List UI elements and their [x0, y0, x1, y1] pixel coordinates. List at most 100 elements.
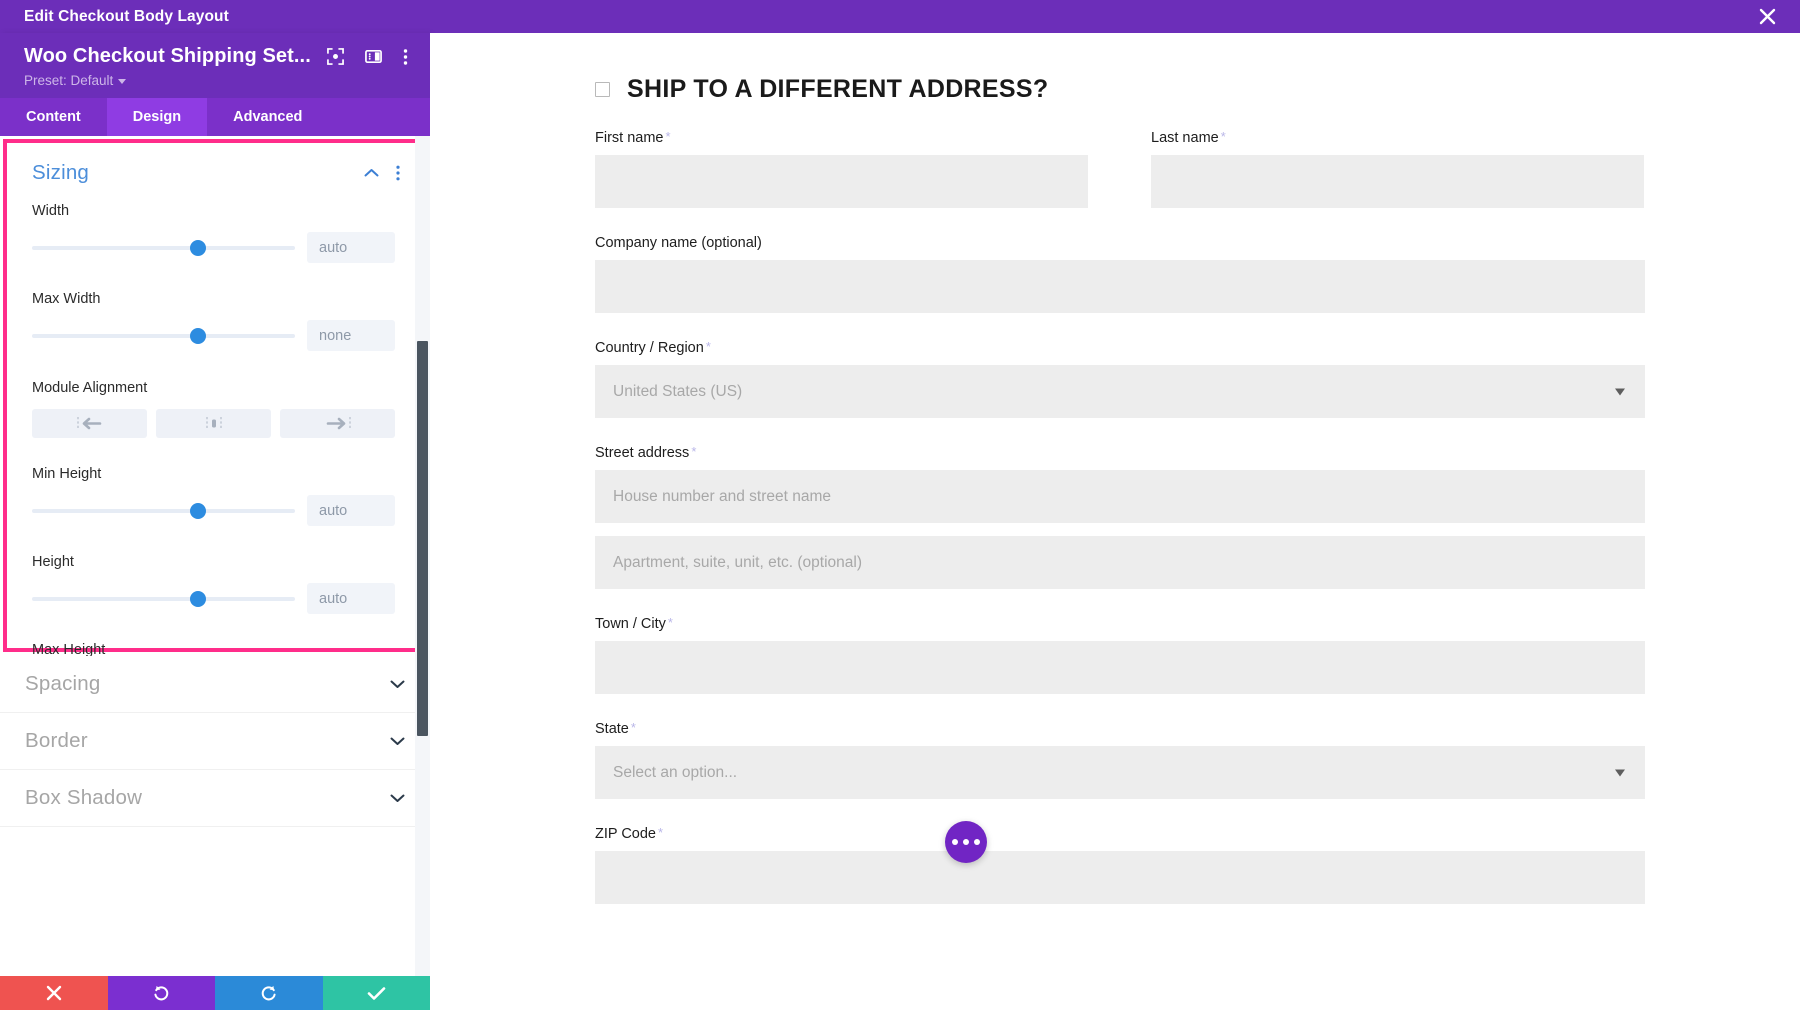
street-address-label: Street address * [595, 444, 697, 461]
panel-scroll-body: Sizing Width auto Max Width none Module … [0, 136, 430, 976]
city-row: Town / City * [595, 616, 1645, 694]
tab-advanced[interactable]: Advanced [207, 98, 328, 136]
min-height-slider-track [32, 508, 295, 513]
dot [974, 839, 980, 845]
min-height-value-input[interactable]: auto [307, 495, 395, 526]
min-height-slider-thumb[interactable] [189, 502, 206, 519]
align-right-icon[interactable] [280, 409, 395, 438]
page-preview: SHIP TO A DIFFERENT ADDRESS? First name *… [430, 33, 1800, 1010]
first-name-input[interactable] [595, 155, 1088, 208]
field-min-height: Min Height auto [7, 466, 420, 526]
last-name-input[interactable] [1151, 155, 1644, 208]
min-height-slider[interactable] [32, 502, 295, 519]
zip-group: ZIP Code * [595, 826, 1645, 904]
street-address-line2-input[interactable]: Apartment, suite, unit, etc. (optional) [595, 536, 1645, 589]
company-group: Company name (optional) [595, 235, 1645, 313]
save-button[interactable] [322, 976, 430, 1010]
zip-input[interactable] [595, 851, 1645, 904]
first-name-group: First name * [595, 130, 1088, 208]
focus-target-icon[interactable] [326, 48, 344, 65]
max-width-value-input[interactable]: none [307, 320, 395, 351]
align-left-icon[interactable] [32, 409, 147, 438]
preset-label: Preset: Default [24, 73, 114, 88]
height-slider[interactable] [32, 590, 295, 607]
width-slider[interactable] [32, 239, 295, 256]
panel-options-vertical-dots-icon[interactable] [403, 48, 408, 66]
sizing-title: Sizing [32, 161, 90, 184]
min-height-label: Min Height [32, 466, 102, 482]
required-marker: * [658, 825, 664, 840]
dot [963, 839, 969, 845]
city-input[interactable] [595, 641, 1645, 694]
field-module-alignment: Module Alignment [7, 380, 420, 438]
preset-selector[interactable]: Preset: Default [24, 73, 410, 88]
name-row: First name * Last name * [595, 130, 1645, 208]
chevron-down-icon [1615, 769, 1625, 776]
width-slider-thumb[interactable] [189, 239, 206, 256]
panel-scrollbar-thumb[interactable] [417, 341, 428, 736]
chevron-down-icon [1615, 388, 1625, 395]
city-label: Town / City * [595, 615, 673, 632]
window-title: Edit Checkout Body Layout [24, 7, 229, 25]
section-spacing[interactable]: Spacing [0, 656, 430, 713]
spacing-label: Spacing [25, 672, 101, 695]
width-value-input[interactable]: auto [307, 232, 395, 263]
sizing-section-header[interactable]: Sizing [7, 143, 420, 189]
width-slider-track [32, 245, 295, 250]
last-name-group: Last name * [1151, 130, 1644, 208]
street-row: Street address * House number and street … [595, 445, 1645, 589]
height-slider-track [32, 596, 295, 601]
undo-button[interactable] [107, 976, 215, 1010]
sizing-options-vertical-dots-icon[interactable] [396, 165, 400, 181]
zip-row: ZIP Code * [595, 826, 1645, 904]
company-row: Company name (optional) [595, 235, 1645, 313]
top-bar: Edit Checkout Body Layout [0, 0, 1800, 33]
max-width-slider-track [32, 333, 295, 338]
field-width: Width auto [7, 203, 420, 263]
height-slider-thumb[interactable] [189, 590, 206, 607]
chevron-down-icon[interactable] [390, 793, 405, 803]
country-row: Country / Region * United States (US) [595, 340, 1645, 418]
chevron-down-icon[interactable] [390, 736, 405, 746]
zip-label: ZIP Code * [595, 825, 664, 842]
country-label: Country / Region * [595, 339, 711, 356]
cancel-button[interactable] [0, 976, 108, 1010]
max-width-slider-thumb[interactable] [189, 327, 206, 344]
state-select[interactable]: Select an option... [595, 746, 1645, 799]
required-marker: * [691, 444, 697, 459]
street-group: Street address * House number and street … [595, 445, 1645, 589]
page-title: SHIP TO A DIFFERENT ADDRESS? [627, 75, 1049, 103]
close-icon[interactable] [1754, 4, 1780, 30]
required-marker: * [667, 615, 673, 630]
max-width-slider[interactable] [32, 327, 295, 344]
country-select[interactable]: United States (US) [595, 365, 1645, 418]
align-center-icon[interactable] [156, 409, 271, 438]
panel-scrollbar-track[interactable] [415, 136, 430, 976]
height-label: Height [32, 554, 74, 570]
section-box-shadow[interactable]: Box Shadow [0, 770, 430, 827]
shipping-form: SHIP TO A DIFFERENT ADDRESS? First name *… [430, 33, 1800, 904]
country-selected-value: United States (US) [613, 382, 743, 400]
company-input[interactable] [595, 260, 1645, 313]
panel-layout-icon[interactable] [364, 48, 382, 65]
tab-design[interactable]: Design [106, 98, 208, 136]
module-title: Woo Checkout Shipping Set... [24, 45, 311, 67]
required-marker: * [1220, 129, 1226, 144]
chevron-down-icon [118, 79, 127, 84]
first-name-label: First name * [595, 129, 671, 146]
ship-to-different-address-checkbox[interactable] [595, 82, 610, 97]
field-height: Height auto [7, 554, 420, 614]
required-marker: * [705, 339, 711, 354]
border-label: Border [25, 729, 88, 752]
height-value-input[interactable]: auto [307, 583, 395, 614]
section-border[interactable]: Border [0, 713, 430, 770]
chevron-up-icon[interactable] [364, 168, 379, 178]
state-group: State * Select an option... [595, 721, 1645, 799]
ellipsis-icon[interactable] [945, 821, 987, 863]
max-width-label: Max Width [32, 291, 101, 307]
required-marker: * [665, 129, 671, 144]
chevron-down-icon[interactable] [390, 679, 405, 689]
redo-button[interactable] [215, 976, 323, 1010]
tab-content[interactable]: Content [0, 98, 107, 136]
street-address-line1-input[interactable]: House number and street name [595, 470, 1645, 523]
